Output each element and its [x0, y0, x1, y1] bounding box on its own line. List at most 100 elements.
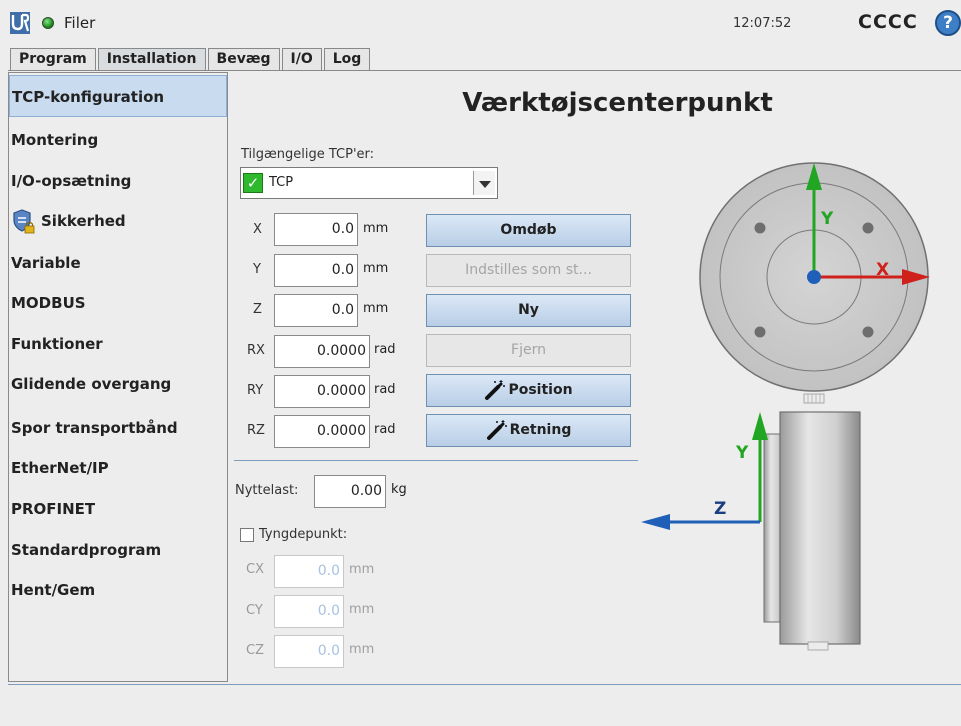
installation-sidebar: TCP-konfiguration Montering I/O-opsætnin… [8, 72, 228, 682]
y-input[interactable]: 0.0 [274, 254, 358, 287]
main-tabs: Program Installation Bevæg I/O Log [10, 48, 372, 70]
tcp-selected-value: TCP [269, 175, 294, 190]
sidebar-item-label: Funktioner [11, 335, 103, 353]
tcp-select-dropdown[interactable]: ✓ TCP [240, 167, 498, 199]
sidebar-item-conveyor-tracking[interactable]: Spor transportbånd [9, 407, 227, 449]
x-unit: mm [363, 221, 389, 236]
z-input[interactable]: 0.0 [274, 294, 358, 327]
sidebar-item-smooth-transition[interactable]: Glidende overgang [9, 363, 227, 405]
tab-divider [8, 70, 961, 71]
x-label: X [253, 222, 262, 237]
teach-position-button[interactable]: Position [426, 374, 631, 407]
sidebar-item-mounting[interactable]: Montering [9, 119, 227, 161]
sidebar-item-label: Hent/Gem [11, 581, 96, 599]
rx-input[interactable]: 0.0000 [274, 335, 370, 368]
tool-flange-diagram: Y X Y Z [641, 162, 930, 651]
rz-label: RZ [247, 423, 265, 438]
orientation-button-label: Retning [509, 422, 572, 438]
new-tcp-button[interactable]: Ny [426, 294, 631, 327]
section-divider [234, 460, 638, 461]
footer-divider [8, 684, 961, 685]
ry-label: RY [247, 383, 264, 398]
rx-label: RX [247, 343, 265, 358]
app-window: Filer 12:07:52 CCCC ? Program Installati… [0, 0, 961, 726]
axis-label-z: Z [714, 499, 726, 519]
rz-input[interactable]: 0.0000 [274, 415, 370, 448]
sidebar-item-label: Variable [11, 254, 81, 272]
ry-input[interactable]: 0.0000 [274, 375, 370, 408]
sidebar-item-label: Standardprogram [11, 541, 162, 559]
z-unit: mm [363, 301, 389, 316]
sidebar-item-variables[interactable]: Variable [9, 242, 227, 284]
rename-button[interactable]: Omdøb [426, 214, 631, 247]
help-icon[interactable]: ? [935, 10, 961, 36]
sidebar-item-label: Montering [11, 131, 99, 149]
rz-unit: rad [374, 422, 396, 437]
sidebar-item-label: Sikkerhed [41, 212, 126, 230]
side-axis-label-y: Y [735, 443, 749, 463]
payload-input[interactable]: 0.00 [314, 475, 386, 508]
sidebar-item-load-save[interactable]: Hent/Gem [9, 569, 227, 611]
page-title: Værktøjscenterpunkt [462, 88, 773, 118]
axis-label-y: Y [820, 209, 834, 229]
flange-side-view: Y Z [641, 411, 861, 651]
clock: 12:07:52 [733, 16, 792, 31]
tab-move[interactable]: Bevæg [207, 48, 280, 70]
cx-input[interactable]: 0.0 [274, 555, 344, 588]
axis-label-x: X [876, 260, 889, 280]
sidebar-item-modbus[interactable]: MODBUS [9, 282, 227, 324]
ur-logo-icon [10, 12, 30, 34]
tcp-configuration-panel: Værktøjscenterpunkt Tilgængelige TCP'er:… [234, 72, 961, 684]
check-icon: ✓ [243, 173, 263, 193]
payload-label: Nyttelast: [235, 483, 299, 498]
sidebar-item-label: PROFINET [11, 500, 96, 518]
sidebar-item-features[interactable]: Funktioner [9, 323, 227, 365]
cy-input[interactable]: 0.0 [274, 595, 344, 628]
sidebar-item-ethernet-ip[interactable]: EtherNet/IP [9, 447, 227, 489]
sidebar-item-safety[interactable]: Sikkerhed [9, 200, 227, 242]
sidebar-item-default-program[interactable]: Standardprogram [9, 529, 227, 571]
y-unit: mm [363, 261, 389, 276]
remove-tcp-button[interactable]: Fjern [426, 334, 631, 367]
magic-wand-icon [486, 420, 507, 440]
sidebar-item-label: Spor transportbånd [11, 419, 178, 437]
sidebar-item-label: TCP-konfiguration [12, 88, 165, 106]
top-bar: Filer 12:07:52 CCCC ? [0, 0, 961, 46]
center-of-gravity-checkbox[interactable] [240, 528, 254, 542]
sidebar-item-label: Glidende overgang [11, 375, 172, 393]
cx-unit: mm [349, 562, 375, 577]
cy-label: CY [246, 603, 263, 618]
y-label: Y [253, 262, 261, 277]
cz-input[interactable]: 0.0 [274, 635, 344, 668]
sidebar-item-io-setup[interactable]: I/O-opsætning [9, 160, 227, 202]
sidebar-item-label: EtherNet/IP [11, 459, 109, 477]
chevron-down-icon [473, 171, 495, 195]
tab-installation[interactable]: Installation [97, 48, 206, 70]
tab-log[interactable]: Log [323, 48, 371, 70]
shield-lock-icon [13, 208, 35, 233]
teach-orientation-button[interactable]: Retning [426, 414, 631, 447]
tab-program[interactable]: Program [10, 48, 96, 70]
sidebar-item-label: I/O-opsætning [11, 172, 132, 190]
tab-io[interactable]: I/O [281, 48, 322, 70]
payload-unit: kg [391, 482, 407, 497]
robot-status-icon [42, 17, 54, 29]
center-of-gravity-label: Tyngdepunkt: [259, 527, 348, 542]
files-menu[interactable]: Filer [64, 14, 95, 32]
sidebar-item-label: MODBUS [11, 294, 86, 312]
ry-unit: rad [374, 382, 396, 397]
z-label: Z [253, 302, 262, 317]
magic-wand-icon [485, 380, 506, 400]
cz-label: CZ [246, 643, 264, 658]
cz-unit: mm [349, 642, 375, 657]
set-as-default-button[interactable]: Indstilles som st... [426, 254, 631, 287]
robot-name: CCCC [858, 11, 918, 33]
sidebar-item-profinet[interactable]: PROFINET [9, 488, 227, 530]
rx-unit: rad [374, 342, 396, 357]
position-button-label: Position [508, 382, 573, 398]
available-tcps-label: Tilgængelige TCP'er: [241, 147, 375, 162]
cx-label: CX [246, 562, 264, 577]
cy-unit: mm [349, 602, 375, 617]
sidebar-item-tcp-configuration[interactable]: TCP-konfiguration [9, 75, 227, 117]
x-input[interactable]: 0.0 [274, 213, 358, 246]
